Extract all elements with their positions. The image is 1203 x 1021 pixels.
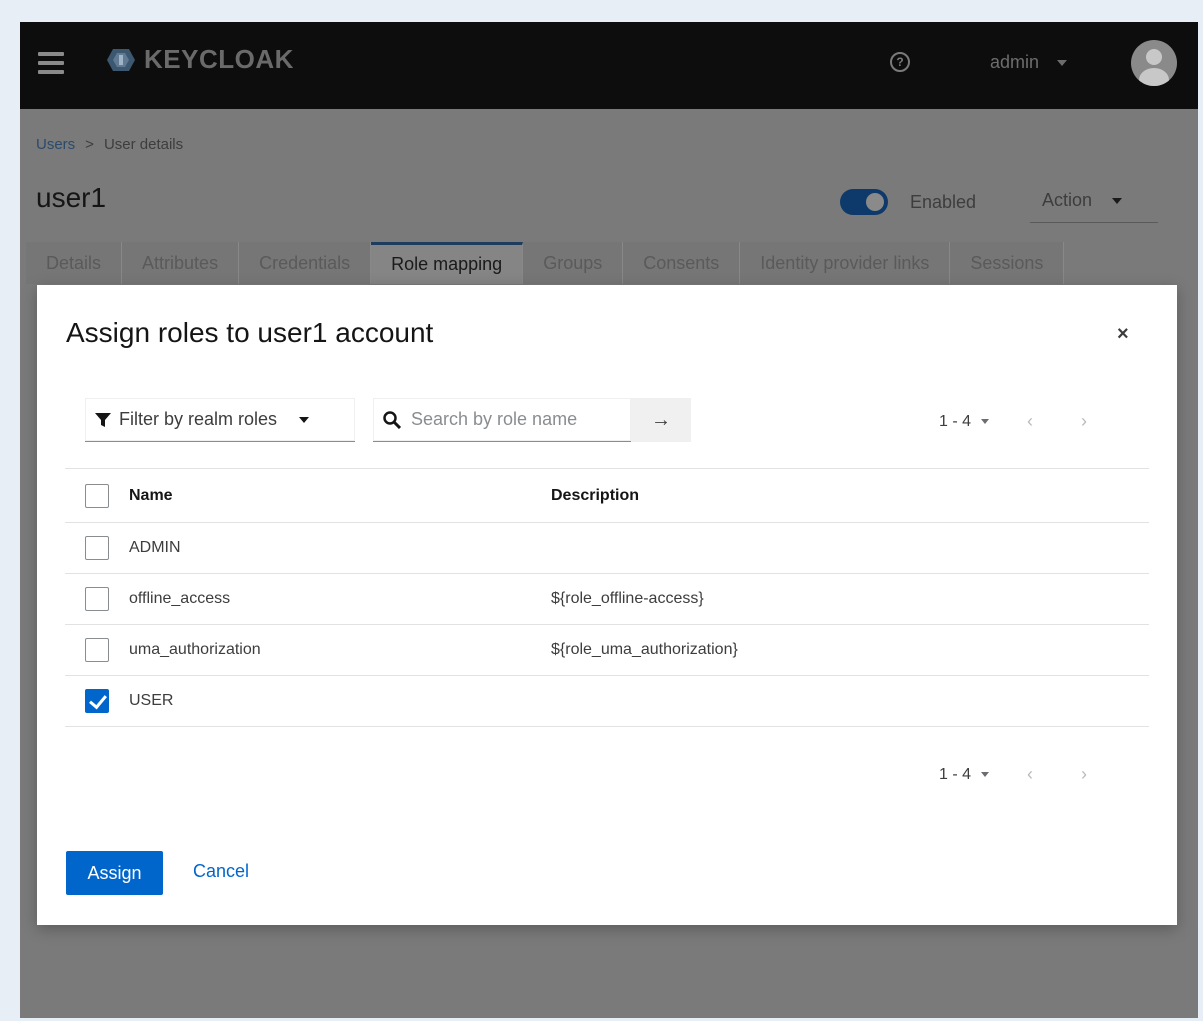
close-icon[interactable]: ×	[1117, 323, 1129, 346]
pagination-bottom: 1 - 4 ‹ ›	[939, 764, 1087, 785]
breadcrumb: Users > User details	[36, 136, 183, 153]
search-submit-button[interactable]: →	[631, 398, 691, 442]
breadcrumb-users-link[interactable]: Users	[36, 136, 75, 153]
pagination-range: 1 - 4	[939, 412, 972, 430]
user-dropdown[interactable]: admin	[990, 52, 1068, 73]
tab-identity-provider-links[interactable]: Identity provider links	[740, 242, 951, 284]
tab-consents[interactable]: Consents	[623, 242, 741, 284]
role-name: uma_authorization	[129, 624, 551, 676]
filter-icon	[95, 412, 111, 427]
avatar[interactable]	[1131, 40, 1177, 86]
chevron-down-icon	[1057, 59, 1068, 66]
modal-title: Assign roles to user1 account	[66, 317, 434, 348]
table-row: offline_access ${role_offline-access}	[65, 573, 1149, 625]
previous-page-icon[interactable]: ‹	[1027, 764, 1033, 785]
action-label: Action	[1042, 190, 1093, 210]
pagination-range-dropdown[interactable]: 1 - 4	[939, 412, 990, 431]
role-description	[551, 675, 1149, 727]
pagination-range-dropdown[interactable]: 1 - 4	[939, 765, 990, 784]
chevron-down-icon	[981, 772, 990, 777]
keycloak-logo-icon	[107, 48, 135, 71]
search-icon	[383, 410, 401, 429]
chevron-down-icon	[299, 416, 310, 423]
keycloak-logo: KEYCLOAK	[102, 44, 294, 75]
hamburger-menu-icon[interactable]	[38, 52, 64, 74]
row-checkbox[interactable]	[85, 638, 109, 662]
role-description: ${role_uma_authorization}	[551, 624, 1149, 676]
role-description: ${role_offline-access}	[551, 573, 1149, 625]
masthead: KEYCLOAK ? admin	[20, 22, 1198, 109]
pagination-top: 1 - 4 ‹ ›	[939, 411, 1087, 432]
assign-button[interactable]: Assign	[66, 851, 163, 895]
previous-page-icon[interactable]: ‹	[1027, 411, 1033, 432]
chevron-down-icon	[981, 419, 990, 424]
enabled-toggle[interactable]	[840, 189, 888, 215]
tab-sessions[interactable]: Sessions	[950, 242, 1065, 284]
filter-label: Filter by realm roles	[119, 409, 278, 429]
enabled-label: Enabled	[910, 192, 977, 212]
table-row: uma_authorization ${role_uma_authorizati…	[65, 624, 1149, 676]
action-dropdown[interactable]: Action	[1030, 179, 1158, 223]
role-name: ADMIN	[129, 522, 551, 574]
row-checkbox[interactable]	[85, 689, 109, 713]
roles-table: Name Description ADMIN offline_access ${…	[65, 468, 1149, 727]
table-header-row: Name Description	[65, 468, 1149, 523]
role-description	[551, 522, 1149, 574]
pagination-range: 1 - 4	[939, 765, 972, 783]
next-page-icon[interactable]: ›	[1081, 764, 1087, 785]
table-row: USER	[65, 675, 1149, 727]
row-checkbox[interactable]	[85, 587, 109, 611]
cancel-button[interactable]: Cancel	[193, 861, 249, 882]
role-name: USER	[129, 675, 551, 727]
role-name: offline_access	[129, 573, 551, 625]
user-tabs: Details Attributes Credentials Role mapp…	[26, 242, 1065, 284]
page-title: user1	[36, 182, 107, 213]
search-box	[373, 398, 631, 442]
column-header-description: Description	[551, 468, 1149, 523]
table-row: ADMIN	[65, 522, 1149, 574]
filter-dropdown[interactable]: Filter by realm roles	[85, 398, 355, 442]
chevron-down-icon	[1112, 197, 1123, 204]
next-page-icon[interactable]: ›	[1081, 411, 1087, 432]
select-all-checkbox[interactable]	[85, 483, 109, 508]
username-label: admin	[990, 52, 1040, 72]
logo-text: KEYCLOAK	[144, 44, 294, 74]
tab-details[interactable]: Details	[26, 242, 123, 284]
help-icon[interactable]: ?	[890, 52, 910, 72]
breadcrumb-separator: >	[85, 136, 94, 153]
tab-attributes[interactable]: Attributes	[122, 242, 240, 284]
search-input[interactable]	[411, 409, 621, 430]
column-header-name[interactable]: Name	[129, 468, 551, 523]
tab-groups[interactable]: Groups	[523, 242, 624, 284]
tab-role-mapping[interactable]: Role mapping	[371, 242, 524, 284]
row-checkbox[interactable]	[85, 536, 109, 560]
assign-roles-modal: Assign roles to user1 account × Filter b…	[37, 285, 1177, 925]
breadcrumb-current: User details	[103, 136, 184, 153]
tab-credentials[interactable]: Credentials	[239, 242, 372, 284]
